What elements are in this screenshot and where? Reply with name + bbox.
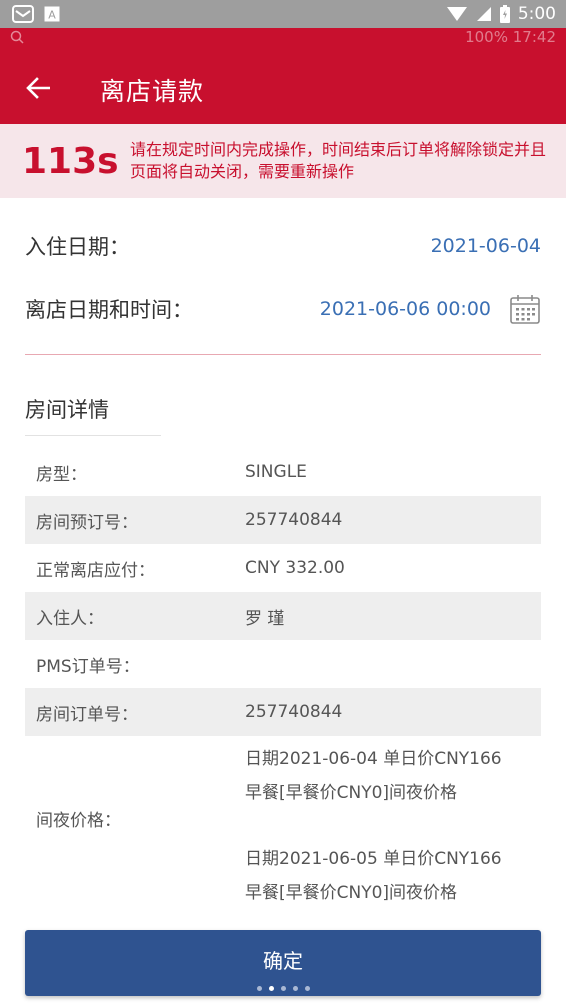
detail-label: 房间预订号： bbox=[36, 512, 138, 533]
svg-text:A: A bbox=[48, 9, 56, 22]
mail-notification-icon bbox=[12, 5, 34, 23]
room-details-title: 房间详情 bbox=[25, 398, 109, 422]
text-input-icon: A bbox=[44, 6, 60, 22]
checkin-value: 2021-06-04 bbox=[430, 235, 541, 257]
back-button[interactable] bbox=[18, 68, 58, 108]
night-price-entry-line: 早餐[早餐价CNY0]间夜价格 bbox=[245, 883, 458, 903]
detail-row-night-price: 间夜价格： 日期2021-06-04 单日价CNY166 早餐[早餐价CNY0]… bbox=[25, 736, 541, 903]
page-dot bbox=[256, 986, 262, 991]
room-details-table: 房型： SINGLE 房间预订号： 257740844 正常离店应付： CNY … bbox=[25, 448, 541, 903]
checkin-row: 入住日期： 2021-06-04 bbox=[25, 226, 541, 266]
page-dot bbox=[280, 986, 286, 991]
ghost-battery: 100% bbox=[465, 28, 508, 46]
detail-value: CNY 332.00 bbox=[245, 558, 345, 578]
detail-label: 入住人： bbox=[36, 608, 104, 629]
detail-row-pms-order-no: PMS订单号： bbox=[25, 640, 541, 688]
arrow-left-icon bbox=[26, 77, 50, 99]
page-title: 离店请款 bbox=[100, 77, 205, 106]
night-price-entry-line: 日期2021-06-05 单日价CNY166 bbox=[245, 849, 502, 869]
ghost-status-row: 100% 17:42 bbox=[0, 28, 566, 46]
checkout-row: 离店日期和时间： 2021-06-06 00:00 bbox=[25, 289, 541, 329]
detail-label: 正常离店应付： bbox=[36, 560, 155, 581]
countdown-seconds: 113s bbox=[22, 140, 119, 182]
status-left: A bbox=[12, 5, 60, 23]
app-header: 100% 17:42 离店请款 bbox=[0, 28, 566, 124]
detail-row-reservation-no: 房间预订号： 257740844 bbox=[25, 496, 541, 544]
night-price-list: 日期2021-06-04 单日价CNY166 早餐[早餐价CNY0]间夜价格 日… bbox=[245, 736, 502, 903]
calendar-icon[interactable] bbox=[509, 293, 541, 325]
search-icon bbox=[10, 30, 24, 44]
checkout-label: 离店日期和时间： bbox=[25, 298, 193, 322]
ghost-time: 17:42 bbox=[512, 28, 556, 46]
detail-label: 房型： bbox=[36, 464, 87, 485]
page-dot bbox=[292, 986, 298, 991]
detail-row-room-type: 房型： SINGLE bbox=[25, 448, 541, 496]
detail-row-guest: 入住人： 罗 瑾 bbox=[25, 592, 541, 640]
checkout-picker[interactable]: 2021-06-06 00:00 bbox=[320, 293, 541, 325]
page-dot bbox=[304, 986, 310, 991]
detail-value: 257740844 bbox=[245, 702, 343, 722]
confirm-button-label: 确定 bbox=[263, 948, 303, 973]
page-indicator bbox=[0, 986, 566, 991]
night-price-entry-line: 日期2021-06-04 单日价CNY166 bbox=[245, 749, 502, 769]
detail-row-normal-checkout-due: 正常离店应付： CNY 332.00 bbox=[25, 544, 541, 592]
status-time: 5:00 bbox=[517, 4, 556, 24]
status-right: 5:00 bbox=[446, 4, 556, 24]
night-price-entry-line: 早餐[早餐价CNY0]间夜价格 bbox=[245, 783, 458, 803]
checkout-value[interactable]: 2021-06-06 00:00 bbox=[320, 298, 491, 320]
ghost-status-right: 100% 17:42 bbox=[465, 28, 556, 46]
battery-icon bbox=[499, 5, 510, 23]
wifi-icon bbox=[446, 6, 468, 22]
countdown-message: 请在规定时间内完成操作，时间结束后订单将解除锁定并且页面将自动关闭，需要重新操作 bbox=[130, 140, 547, 181]
detail-value: SINGLE bbox=[245, 462, 307, 482]
page-dot bbox=[268, 986, 274, 991]
section-divider bbox=[25, 354, 541, 355]
status-bar: A 5:00 bbox=[0, 0, 566, 28]
countdown-banner: 113s 请在规定时间内完成操作，时间结束后订单将解除锁定并且页面将自动关闭，需… bbox=[0, 124, 566, 198]
detail-row-room-order-no: 房间订单号： 257740844 bbox=[25, 688, 541, 736]
detail-value: 257740844 bbox=[245, 510, 343, 530]
detail-label: 间夜价格： bbox=[36, 811, 121, 831]
checkin-label: 入住日期： bbox=[25, 235, 130, 259]
cell-signal-icon bbox=[476, 6, 492, 22]
detail-label: PMS订单号： bbox=[36, 656, 140, 677]
room-details-underline bbox=[25, 435, 161, 436]
detail-value: 罗 瑾 bbox=[245, 608, 285, 629]
detail-label: 房间订单号： bbox=[36, 704, 138, 725]
